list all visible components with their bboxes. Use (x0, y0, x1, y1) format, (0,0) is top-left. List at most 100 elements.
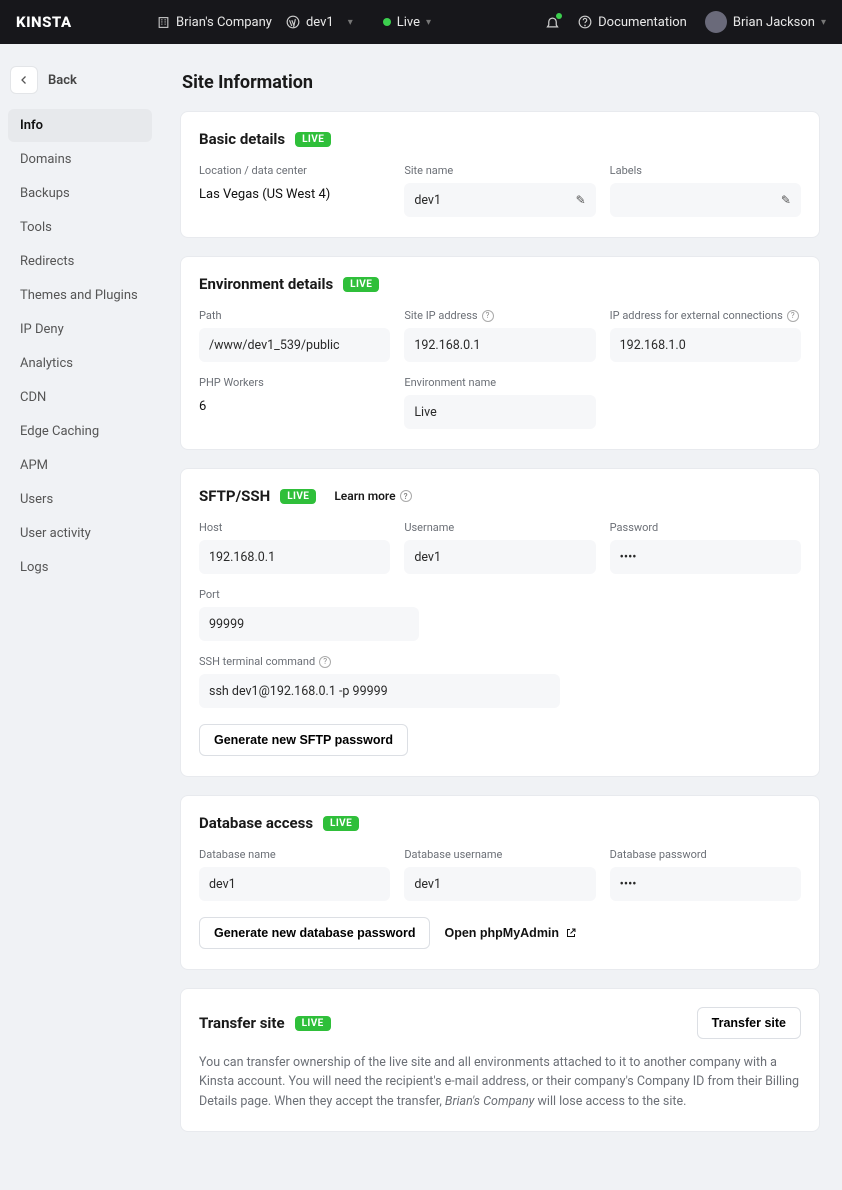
port-value: 99999 (209, 617, 244, 632)
info-icon[interactable]: ? (787, 310, 799, 322)
topbar: KINSTA Brian's Company dev1 ▾ Live ▾ (0, 0, 842, 44)
info-icon[interactable]: ? (319, 656, 331, 668)
database-access-card: Database access LIVE Database name dev1 … (180, 795, 820, 970)
sitename-label: Site name (404, 164, 595, 177)
transfer-description: You can transfer ownership of the live s… (199, 1053, 801, 1111)
dbuser-field[interactable]: dev1 (404, 867, 595, 901)
env-switcher[interactable]: Live ▾ (383, 15, 431, 30)
envname-field[interactable]: Live (404, 395, 595, 429)
sidebar-item-domains[interactable]: Domains (8, 143, 152, 176)
sitename-field[interactable]: dev1 ✎ (404, 183, 595, 217)
generate-db-password-button[interactable]: Generate new database password (199, 917, 430, 949)
basic-details-card: Basic details LIVE Location / data cente… (180, 111, 820, 238)
sidebar-item-user-activity[interactable]: User activity (8, 517, 152, 550)
labels-field[interactable]: ✎ (610, 183, 801, 217)
generate-sftp-password-button[interactable]: Generate new SFTP password (199, 724, 408, 756)
ssh-label: SSH terminal command ? (199, 655, 801, 668)
envname-label: Environment name (404, 376, 595, 389)
dbname-label: Database name (199, 848, 390, 861)
sidebar-nav: Info Domains Backups Tools Redirects The… (8, 109, 152, 584)
port-field[interactable]: 99999 (199, 607, 419, 641)
database-heading: Database access (199, 814, 313, 832)
page-title: Site Information (182, 72, 820, 93)
learn-more-link[interactable]: Learn more ? (334, 489, 411, 503)
sidebar-item-logs[interactable]: Logs (8, 551, 152, 584)
edit-icon[interactable]: ✎ (576, 193, 586, 207)
path-value: /www/dev1_539/public (209, 338, 340, 353)
location-label: Location / data center (199, 164, 390, 177)
sidebar-item-themes-and-plugins[interactable]: Themes and Plugins (8, 279, 152, 312)
path-field[interactable]: /www/dev1_539/public (199, 328, 390, 362)
chevron-down-icon: ▾ (821, 17, 826, 28)
sidebar-item-edge-caching[interactable]: Edge Caching (8, 415, 152, 448)
sidebar-item-tools[interactable]: Tools (8, 211, 152, 244)
site-crumb[interactable]: dev1 (286, 15, 334, 30)
sftp-user-field[interactable]: dev1 (404, 540, 595, 574)
sidebar-item-apm[interactable]: APM (8, 449, 152, 482)
live-badge: LIVE (295, 132, 331, 147)
sftp-pass-value: •••• (620, 550, 637, 565)
company-crumb[interactable]: Brian's Company (156, 15, 272, 30)
host-label: Host (199, 521, 390, 534)
info-icon[interactable]: ? (482, 310, 494, 322)
open-phpmyadmin-button[interactable]: Open phpMyAdmin (444, 926, 577, 940)
env-label: Live (397, 15, 420, 30)
live-badge: LIVE (295, 1016, 331, 1031)
sidebar-item-analytics[interactable]: Analytics (8, 347, 152, 380)
sidebar: Back Info Domains Backups Tools Redirect… (0, 44, 160, 1190)
info-icon: ? (400, 490, 412, 502)
sftp-ssh-card: SFTP/SSH LIVE Learn more ? Host 192.168.… (180, 468, 820, 777)
documentation-link[interactable]: Documentation (578, 15, 687, 30)
back-button[interactable] (10, 66, 38, 94)
dbuser-label: Database username (404, 848, 595, 861)
workers-value: 6 (199, 395, 390, 418)
extip-field[interactable]: 192.168.1.0 (610, 328, 801, 362)
chevron-down-icon: ▾ (426, 17, 431, 28)
basic-details-heading: Basic details (199, 130, 285, 148)
logo[interactable]: KINSTA (16, 13, 156, 31)
breadcrumb: Brian's Company dev1 ▾ (156, 15, 353, 30)
dbname-field[interactable]: dev1 (199, 867, 390, 901)
notifications-button[interactable] (545, 15, 560, 30)
port-label: Port (199, 588, 801, 601)
sidebar-item-cdn[interactable]: CDN (8, 381, 152, 414)
extip-value: 192.168.1.0 (620, 338, 686, 353)
sidebar-item-ip-deny[interactable]: IP Deny (8, 313, 152, 346)
labels-label: Labels (610, 164, 801, 177)
user-menu[interactable]: Brian Jackson ▾ (705, 11, 826, 33)
user-name: Brian Jackson (733, 15, 815, 30)
sidebar-item-backups[interactable]: Backups (8, 177, 152, 210)
live-badge: LIVE (323, 816, 359, 831)
notification-dot (556, 13, 562, 19)
live-indicator-dot (383, 18, 391, 26)
main-content: Site Information Basic details LIVE Loca… (160, 44, 840, 1190)
transfer-site-button[interactable]: Transfer site (697, 1007, 801, 1039)
chevron-down-icon[interactable]: ▾ (348, 17, 353, 28)
external-link-icon (565, 927, 577, 939)
siteip-field[interactable]: 192.168.0.1 (404, 328, 595, 362)
environment-details-heading: Environment details (199, 275, 333, 293)
host-field[interactable]: 192.168.0.1 (199, 540, 390, 574)
avatar (705, 11, 727, 33)
transfer-heading: Transfer site (199, 1014, 285, 1032)
dbpass-field[interactable]: •••• (610, 867, 801, 901)
siteip-label: Site IP address ? (404, 309, 595, 322)
sitename-value: dev1 (414, 193, 441, 208)
documentation-label: Documentation (598, 15, 687, 30)
sftp-pass-field[interactable]: •••• (610, 540, 801, 574)
dbname-value: dev1 (209, 877, 236, 892)
dbpass-label: Database password (610, 848, 801, 861)
sidebar-item-users[interactable]: Users (8, 483, 152, 516)
ssh-command-field[interactable]: ssh dev1@192.168.0.1 -p 99999 (199, 674, 560, 708)
siteip-value: 192.168.0.1 (414, 338, 480, 353)
sidebar-item-redirects[interactable]: Redirects (8, 245, 152, 278)
topbar-right: Documentation Brian Jackson ▾ (545, 11, 826, 33)
host-value: 192.168.0.1 (209, 550, 275, 565)
edit-icon[interactable]: ✎ (781, 193, 791, 207)
dbuser-value: dev1 (414, 877, 441, 892)
environment-details-card: Environment details LIVE Path /www/dev1_… (180, 256, 820, 450)
location-value: Las Vegas (US West 4) (199, 183, 390, 206)
live-badge: LIVE (343, 277, 379, 292)
sidebar-item-info[interactable]: Info (8, 109, 152, 142)
site-name-crumb: dev1 (306, 15, 334, 30)
